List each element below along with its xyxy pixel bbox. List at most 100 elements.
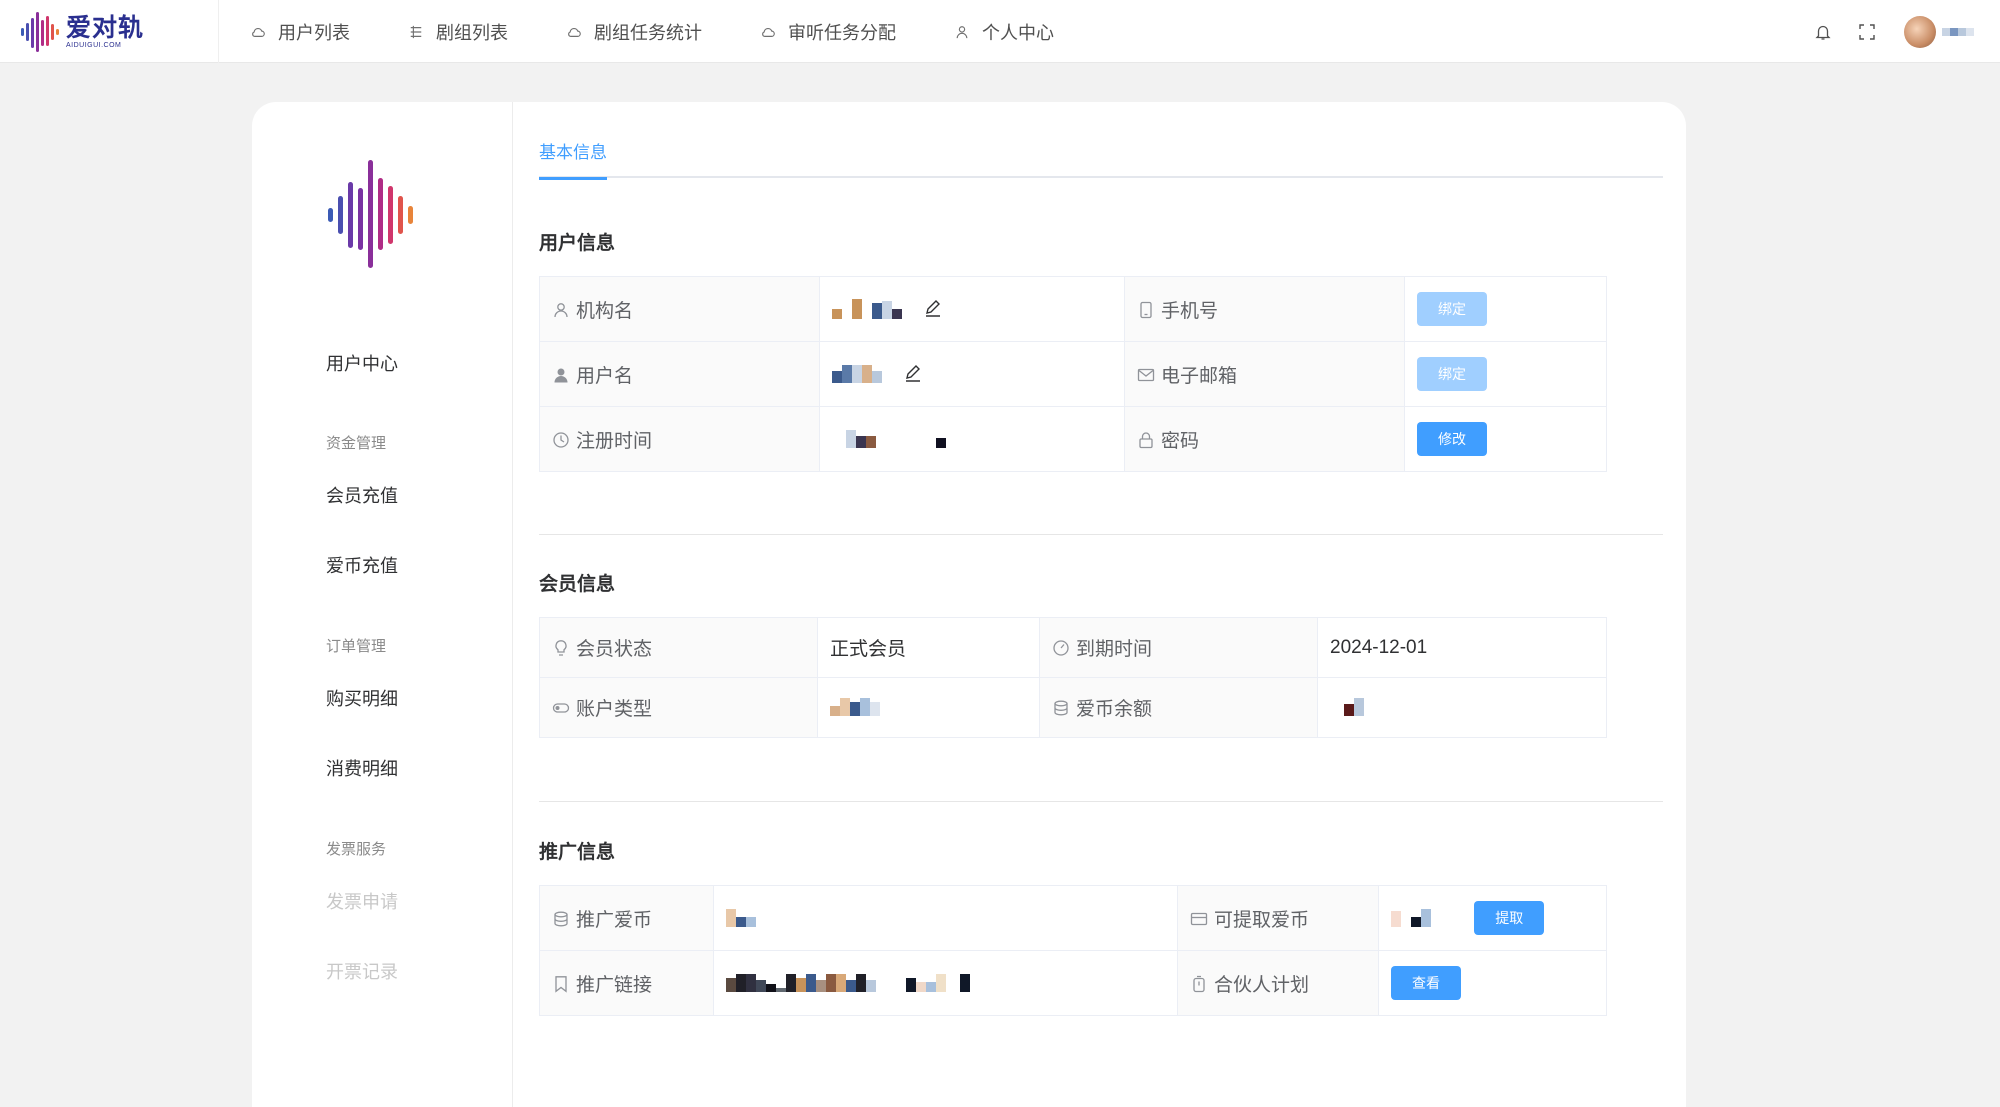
card-icon (1190, 910, 1208, 928)
sidebar-item-member-recharge[interactable]: 会员充值 (326, 482, 398, 508)
withdrawable-coins-value: 提取 (1378, 885, 1607, 951)
promo-link-label: 推广链接 (539, 950, 714, 1016)
username-value (819, 341, 1125, 407)
section-title-member-info: 会员信息 (539, 574, 616, 595)
promo-link-value (713, 950, 1178, 1016)
nav-item-label: 个人中心 (982, 22, 1054, 43)
bell-icon[interactable] (1812, 21, 1834, 43)
avatar[interactable] (1904, 15, 1936, 48)
cloud-icon (760, 24, 776, 40)
member-info-table: 会员状态 正式会员 到期时间 2024-12-01 账户类型 爱币余额 (539, 617, 1607, 738)
promo-coins-label: 推广爱币 (539, 885, 714, 951)
password-value: 修改 (1404, 406, 1607, 472)
expire-time-label: 到期时间 (1039, 617, 1318, 678)
section-divider (539, 801, 1663, 802)
username-label: 用户名 (539, 341, 820, 407)
nav-item-personal-center[interactable]: 个人中心 (954, 19, 1054, 45)
email-value: 绑定 (1404, 341, 1607, 407)
partner-plan-value: 查看 (1378, 950, 1607, 1016)
list-icon (408, 24, 424, 40)
sidebar-group-orders: 订单管理 (326, 638, 387, 655)
section-divider (539, 534, 1663, 535)
phone-value: 绑定 (1404, 276, 1607, 342)
redacted-value (832, 364, 882, 383)
nav-item-label: 剧组列表 (436, 22, 508, 43)
withdraw-button[interactable]: 提取 (1474, 901, 1545, 935)
bookmark-icon (552, 975, 570, 993)
tab-basic-info[interactable]: 基本信息 (539, 138, 607, 180)
withdrawable-coins-label: 可提取爱币 (1177, 885, 1379, 951)
nav-item-review-task-assign[interactable]: 审听任务分配 (760, 19, 896, 45)
nav-item-crew-list[interactable]: 剧组列表 (408, 19, 508, 45)
brand-logo[interactable]: 爱对轨 AIDUIGUI.COM (20, 10, 144, 54)
reg-time-value (819, 406, 1125, 472)
sidebar-item-invoice-record[interactable]: 开票记录 (326, 958, 398, 984)
waveform-logo-icon (328, 160, 413, 268)
sidebar-group-invoice: 发票服务 (326, 841, 387, 858)
reg-time-label: 注册时间 (539, 406, 820, 472)
nav-item-user-list[interactable]: 用户列表 (250, 19, 350, 45)
redacted-value (846, 429, 946, 448)
view-partner-plan-button[interactable]: 查看 (1391, 966, 1461, 1000)
redacted-value (830, 698, 880, 717)
edit-pencil-icon[interactable] (903, 363, 925, 385)
user-outline-icon (552, 301, 570, 319)
nav-item-crew-task-stats[interactable]: 剧组任务统计 (566, 19, 702, 45)
expire-time-value: 2024-12-01 (1317, 617, 1607, 678)
fullscreen-icon[interactable] (1856, 21, 1878, 43)
coins-stack-icon (1052, 699, 1070, 717)
timer-icon (1052, 639, 1070, 657)
sidebar-item-consume-detail[interactable]: 消费明细 (326, 755, 398, 781)
sidebar-item-user-center[interactable]: 用户中心 (326, 350, 398, 376)
user-info-table: 机构名 手机号 绑定 用户名 电子邮箱 绑定 注册时间 密码 修改 (539, 276, 1607, 472)
member-status-label: 会员状态 (539, 617, 818, 678)
top-navbar: 爱对轨 AIDUIGUI.COM 用户列表 剧组列表 剧组任务统计 审听任务分配… (0, 0, 2000, 63)
phone-icon (1137, 301, 1155, 319)
tab-bar: 基本信息 (539, 138, 1663, 180)
promo-coins-value (713, 885, 1178, 951)
sidebar: 用户中心 资金管理 会员充值 爱币充值 订单管理 购买明细 消费明细 发票服务 … (252, 102, 513, 1107)
org-name-value (819, 276, 1125, 342)
coin-balance-value (1317, 677, 1607, 738)
phone-label: 手机号 (1124, 276, 1405, 342)
org-name-label: 机构名 (539, 276, 820, 342)
bind-phone-button[interactable]: 绑定 (1417, 292, 1487, 326)
edit-pencil-icon[interactable] (923, 298, 945, 320)
coins-stack-icon (552, 910, 570, 928)
nav-item-label: 审听任务分配 (788, 22, 896, 43)
nav-divider (218, 0, 219, 63)
redacted-value (1344, 698, 1364, 717)
lock-icon (1137, 431, 1155, 449)
section-title-user-info: 用户信息 (539, 233, 616, 254)
sidebar-item-invoice-apply[interactable]: 发票申请 (326, 888, 398, 914)
redacted-link (726, 973, 970, 992)
bind-email-button[interactable]: 绑定 (1417, 357, 1487, 391)
section-title-promo-info: 推广信息 (539, 842, 616, 863)
lightbulb-icon (552, 639, 570, 657)
username-redacted[interactable] (1942, 27, 1974, 36)
top-right-tools (1812, 0, 2000, 63)
clock-icon (552, 431, 570, 449)
stopwatch-icon (1190, 975, 1208, 993)
sidebar-item-coin-recharge[interactable]: 爱币充值 (326, 552, 398, 578)
account-type-value (817, 677, 1040, 738)
redacted-value (1391, 909, 1431, 927)
toggle-icon (552, 699, 570, 717)
member-status-value: 正式会员 (817, 617, 1040, 678)
change-password-button[interactable]: 修改 (1417, 422, 1487, 456)
content-area: 基本信息 用户信息 机构名 手机号 绑定 用户名 电子邮箱 绑定 注册时间 密码… (539, 102, 1663, 1107)
partner-plan-label: 合伙人计划 (1177, 950, 1379, 1016)
coin-balance-label: 爱币余额 (1039, 677, 1318, 738)
promo-info-table: 推广爱币 可提取爱币 提取 推广链接 合伙人计划 查看 (539, 885, 1607, 1016)
brand-name: 爱对轨 (66, 13, 145, 42)
user-icon (954, 24, 970, 40)
sidebar-group-funds: 资金管理 (326, 435, 387, 452)
waveform-logo-icon (21, 12, 59, 52)
scrollbar[interactable] (1992, 0, 2000, 63)
user-filled-icon (552, 366, 570, 384)
sidebar-item-purchase-detail[interactable]: 购买明细 (326, 685, 398, 711)
profile-card: 用户中心 资金管理 会员充值 爱币充值 订单管理 购买明细 消费明细 发票服务 … (252, 102, 1686, 1107)
cloud-icon (566, 24, 582, 40)
nav-item-label: 用户列表 (278, 22, 350, 43)
redacted-value (726, 908, 756, 927)
